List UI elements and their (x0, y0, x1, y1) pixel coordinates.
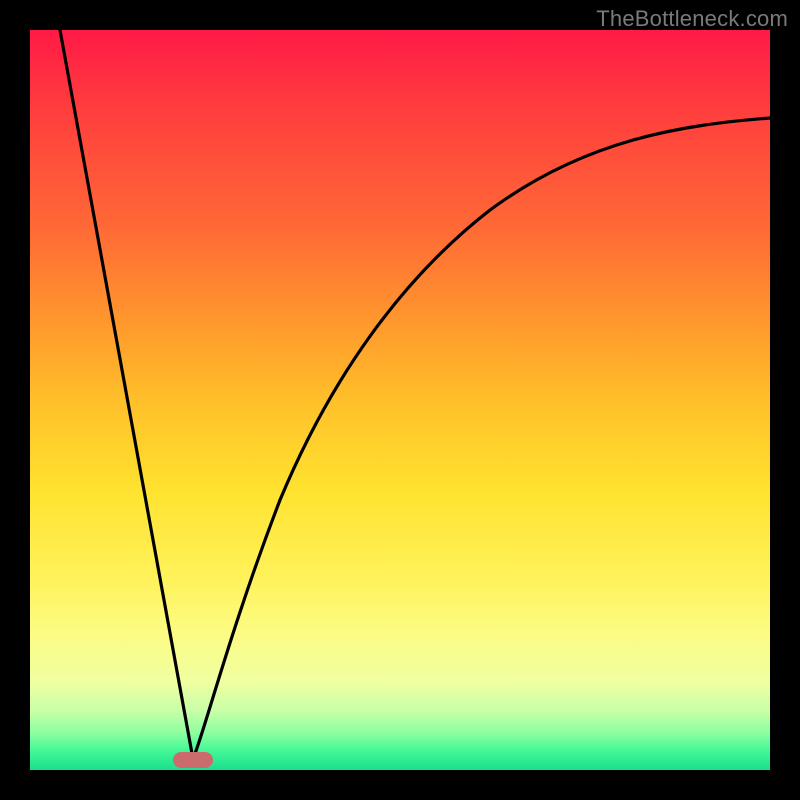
plot-area (30, 30, 770, 770)
curve-path (60, 30, 770, 759)
watermark-text: TheBottleneck.com (596, 6, 788, 32)
bottleneck-curve (30, 30, 770, 770)
chart-frame: TheBottleneck.com (0, 0, 800, 800)
minimum-marker (173, 752, 213, 768)
